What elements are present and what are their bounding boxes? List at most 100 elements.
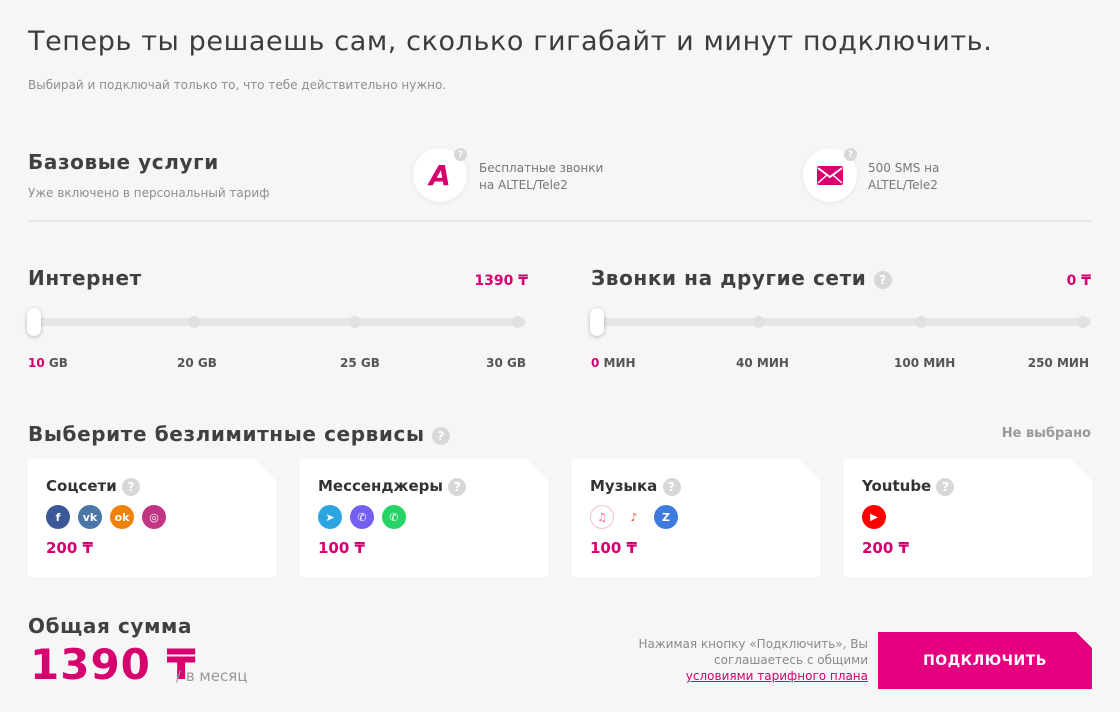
service-card-youtube[interactable]: Youtube ? ▶ 200 ₸ xyxy=(844,459,1092,577)
unlimited-title-text: Выберите безлимитные сервисы xyxy=(28,422,425,446)
altel-logo-letter: A xyxy=(429,158,451,192)
card-title-text: Youtube xyxy=(862,477,932,495)
card-title: Музыка ? xyxy=(590,477,681,496)
base-services-subtitle: Уже включено в персональный тариф xyxy=(28,186,270,200)
internet-stop-label[interactable]: 30 GB xyxy=(486,356,526,370)
card-icons: f vk ok ◎ xyxy=(46,505,166,529)
card-icons: ▶ xyxy=(862,505,886,529)
calls-stop-label[interactable]: 250 МИН xyxy=(1028,356,1089,370)
card-title-text: Соцсети xyxy=(46,477,117,495)
stop-value: 25 xyxy=(340,356,357,370)
unlimited-title: Выберите безлимитные сервисы ? xyxy=(28,422,451,446)
card-title-text: Музыка xyxy=(590,477,658,495)
slider-stop[interactable] xyxy=(349,316,361,328)
card-price: 100 ₸ xyxy=(590,539,637,557)
feature-free-calls-line1: Бесплатные звонки xyxy=(479,161,604,175)
internet-slider-track[interactable] xyxy=(28,316,526,328)
internet-stop-label[interactable]: 25 GB xyxy=(340,356,380,370)
card-title: Мессенджеры ? xyxy=(318,477,466,496)
stop-unit: МИН xyxy=(603,356,636,370)
stop-unit: МИН xyxy=(756,356,789,370)
calls-stop-label[interactable]: 40 МИН xyxy=(736,356,789,370)
slider-stop[interactable] xyxy=(1077,316,1089,328)
card-icons: ♫ ♪ Z xyxy=(590,505,678,529)
zvooq-icon: Z xyxy=(654,505,678,529)
instagram-icon: ◎ xyxy=(142,505,166,529)
internet-price: 1390 ₸ xyxy=(474,273,528,289)
feature-free-calls-line2: на ALTEL/Tele2 xyxy=(479,178,568,192)
agreement-text-body: Нажимая кнопку «Подключить», Вы соглашае… xyxy=(638,637,868,667)
stop-value: 0 xyxy=(591,356,600,370)
vk-icon: vk xyxy=(78,505,102,529)
telegram-icon: ➤ xyxy=(318,505,342,529)
connect-button[interactable]: ПОДКЛЮЧИТЬ xyxy=(878,632,1092,689)
help-icon[interactable]: ? xyxy=(432,426,451,445)
viber-icon: ✆ xyxy=(350,505,374,529)
service-card-music[interactable]: Музыка ? ♫ ♪ Z 100 ₸ xyxy=(572,459,820,577)
slider-stop[interactable] xyxy=(915,316,927,328)
internet-stop-label[interactable]: 20 GB xyxy=(177,356,217,370)
card-icons: ➤ ✆ ✆ xyxy=(318,505,406,529)
service-card-messengers[interactable]: Мессенджеры ? ➤ ✆ ✆ 100 ₸ xyxy=(300,459,548,577)
service-card-social[interactable]: Соцсети ? f vk ok ◎ 200 ₸ xyxy=(28,459,276,577)
total-title: Общая сумма xyxy=(28,614,193,638)
card-price: 200 ₸ xyxy=(46,539,93,557)
card-title: Youtube ? xyxy=(862,477,954,496)
internet-stop-label[interactable]: 10 GB xyxy=(28,356,68,370)
tariff-terms-link[interactable]: условиями тарифного плана xyxy=(686,669,868,683)
yandex-music-icon: ♪ xyxy=(622,505,646,529)
base-services-title: Базовые услуги xyxy=(28,150,219,174)
calls-slider-handle[interactable] xyxy=(590,308,604,336)
stop-unit: GB xyxy=(507,356,526,370)
card-price: 200 ₸ xyxy=(862,539,909,557)
slider-stop[interactable] xyxy=(753,316,765,328)
calls-title-text: Звонки на другие сети xyxy=(591,266,867,290)
feature-free-calls: Бесплатные звонки на ALTEL/Tele2 xyxy=(479,160,603,194)
stop-unit: GB xyxy=(360,356,380,370)
help-icon[interactable]: ? xyxy=(936,478,954,496)
feature-sms-line2: ALTEL/Tele2 xyxy=(868,178,938,192)
stop-value: 40 xyxy=(736,356,753,370)
total-amount: 1390 ₸ xyxy=(30,640,197,689)
unlimited-status: Не выбрано xyxy=(1001,426,1091,441)
help-icon[interactable]: ? xyxy=(873,270,892,289)
calls-stop-label[interactable]: 0 МИН xyxy=(591,356,636,370)
stop-unit: МИН xyxy=(923,356,956,370)
total-period: / в месяц xyxy=(176,667,248,685)
card-price: 100 ₸ xyxy=(318,539,365,557)
slider-stop[interactable] xyxy=(512,316,524,328)
stop-unit: МИН xyxy=(1056,356,1089,370)
stop-value: 10 xyxy=(28,356,45,370)
stop-value: 20 xyxy=(177,356,194,370)
internet-title: Интернет xyxy=(28,266,142,290)
stop-value: 30 xyxy=(486,356,503,370)
internet-slider-handle[interactable] xyxy=(27,308,41,336)
facebook-icon: f xyxy=(46,505,70,529)
card-title: Соцсети ? xyxy=(46,477,140,496)
feature-sms-line1: 500 SMS на xyxy=(868,161,940,175)
apple-music-icon: ♫ xyxy=(590,505,614,529)
whatsapp-icon: ✆ xyxy=(382,505,406,529)
stop-value: 100 xyxy=(894,356,920,370)
feature-sms: 500 SMS на ALTEL/Tele2 xyxy=(868,160,939,194)
stop-unit: GB xyxy=(48,356,68,370)
page-title: Теперь ты решаешь сам, сколько гигабайт … xyxy=(28,26,993,57)
calls-price: 0 ₸ xyxy=(1066,273,1091,289)
odnoklassniki-icon: ok xyxy=(110,505,134,529)
calls-title: Звонки на другие сети ? xyxy=(591,266,892,290)
card-title-text: Мессенджеры xyxy=(318,477,443,495)
calls-stop-label[interactable]: 100 МИН xyxy=(894,356,955,370)
agreement-text: Нажимая кнопку «Подключить», Вы соглашае… xyxy=(628,636,868,684)
divider xyxy=(28,220,1092,222)
stop-value: 250 xyxy=(1027,356,1053,370)
help-icon[interactable]: ? xyxy=(448,478,466,496)
help-icon[interactable]: ? xyxy=(454,148,467,161)
help-icon[interactable]: ? xyxy=(844,148,857,161)
help-icon[interactable]: ? xyxy=(663,478,681,496)
page-subtitle: Выбирай и подключай только то, что тебе … xyxy=(28,78,447,92)
help-icon[interactable]: ? xyxy=(122,478,140,496)
calls-slider-track[interactable] xyxy=(591,316,1091,328)
youtube-icon: ▶ xyxy=(862,505,886,529)
stop-unit: GB xyxy=(197,356,217,370)
slider-stop[interactable] xyxy=(188,316,200,328)
